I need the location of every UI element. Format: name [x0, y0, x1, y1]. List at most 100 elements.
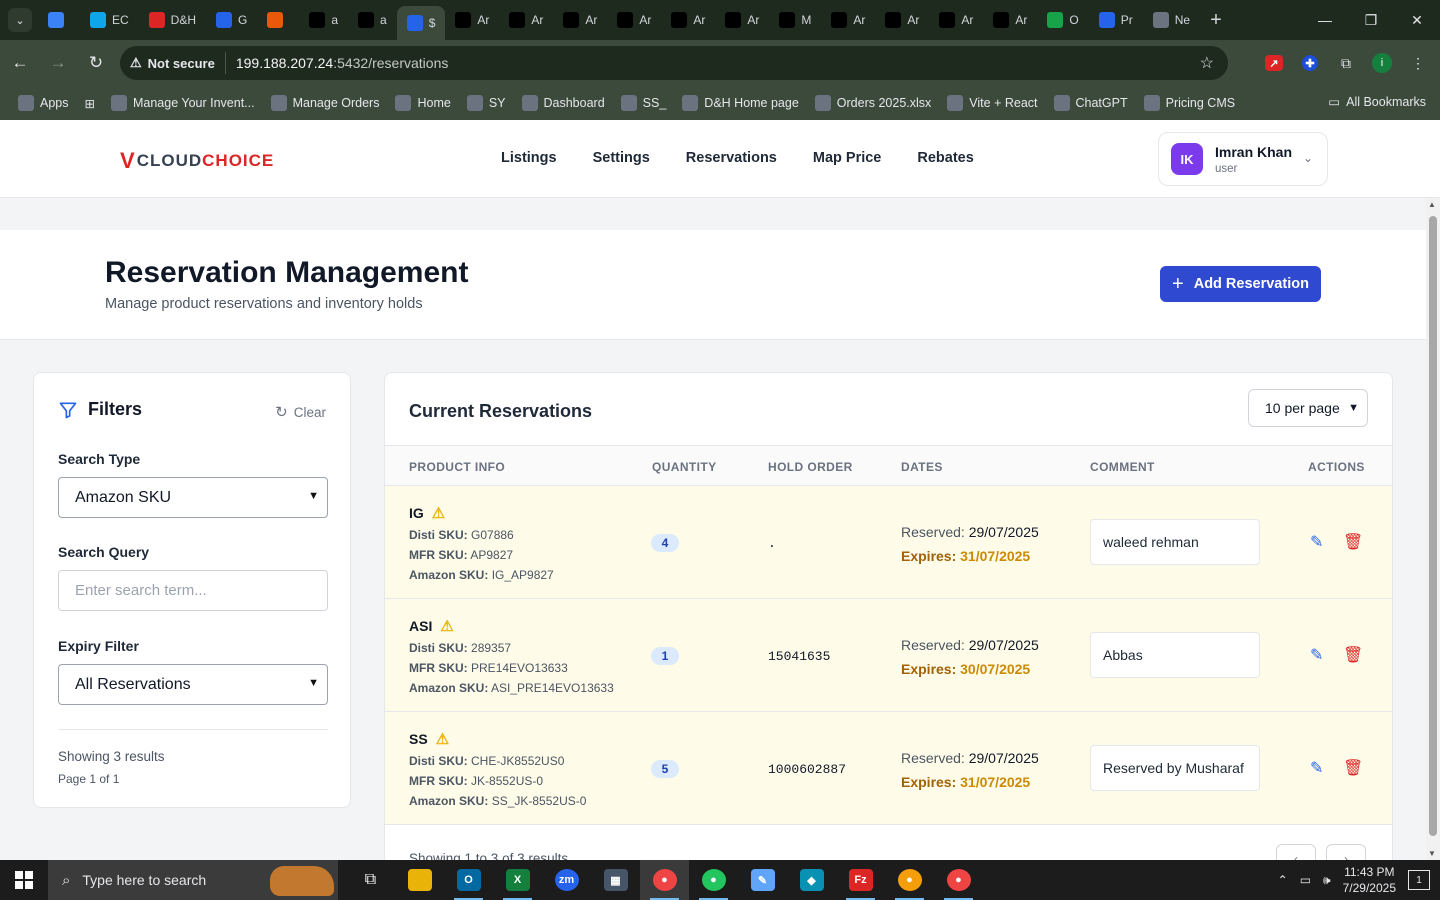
edit-icon[interactable]: ✎: [1310, 645, 1323, 665]
col-comment[interactable]: COMMENT: [1090, 460, 1155, 474]
zoom-icon[interactable]: zm: [542, 860, 591, 900]
browser-tab[interactable]: Ar: [929, 4, 983, 36]
edit-icon[interactable]: ✎: [1310, 532, 1323, 552]
bookmark-star-icon[interactable]: ☆: [1200, 53, 1214, 73]
browser-tab[interactable]: G: [206, 4, 257, 36]
clear-filters-button[interactable]: ↻ Clear: [275, 403, 326, 421]
trash-icon[interactable]: 🗑: [1343, 758, 1363, 778]
start-button[interactable]: [0, 860, 48, 900]
pdf-extension-icon[interactable]: ↗: [1260, 46, 1288, 80]
excel-icon[interactable]: X: [493, 860, 542, 900]
prev-page-button[interactable]: ‹: [1276, 844, 1316, 860]
new-tab-button[interactable]: +: [1210, 9, 1222, 32]
nav-listings[interactable]: Listings: [501, 150, 557, 166]
filezilla-icon[interactable]: Fz: [836, 860, 885, 900]
notepad-icon[interactable]: ✎: [738, 860, 787, 900]
browser-tab[interactable]: O: [1037, 4, 1088, 36]
tab-search-button[interactable]: ⌄: [8, 8, 32, 32]
search-query-input[interactable]: Enter search term...: [58, 570, 328, 611]
browser-tab[interactable]: Ar: [715, 4, 769, 36]
file-explorer-icon[interactable]: [395, 860, 444, 900]
per-page-select[interactable]: 10 per page ▼: [1248, 389, 1368, 427]
browser-tab[interactable]: Ar: [607, 4, 661, 36]
profile-avatar-icon[interactable]: i: [1368, 46, 1396, 80]
browser-tab[interactable]: Ar: [875, 4, 929, 36]
bookmark-item[interactable]: D&H Home page: [682, 95, 799, 111]
col-dates[interactable]: DATES: [901, 460, 943, 474]
browser-tab[interactable]: [38, 4, 80, 36]
browser-tab[interactable]: Ar: [499, 4, 553, 36]
scroll-thumb[interactable]: [1429, 216, 1437, 836]
comment-field[interactable]: Abbas: [1090, 632, 1260, 678]
task-view-icon[interactable]: ⧉: [346, 860, 395, 900]
puzzle-extensions-icon[interactable]: ⧉: [1332, 46, 1360, 80]
notification-icon[interactable]: 1: [1408, 870, 1430, 890]
browser-tab[interactable]: a: [299, 4, 348, 36]
bookmark-item[interactable]: Vite + React: [947, 95, 1038, 111]
volume-icon[interactable]: 🕪: [1323, 873, 1331, 888]
nav-reservations[interactable]: Reservations: [686, 150, 777, 166]
trash-icon[interactable]: 🗑: [1343, 532, 1363, 552]
bookmark-item[interactable]: SS_: [620, 95, 666, 111]
browser-tab[interactable]: Ne: [1143, 4, 1200, 36]
kebab-menu-icon[interactable]: ⋮: [1404, 46, 1432, 80]
browser-tab[interactable]: D&H: [139, 4, 206, 36]
helper-extension-icon[interactable]: ✚: [1296, 46, 1324, 80]
maximize-button[interactable]: ❐: [1348, 0, 1394, 40]
comment-field[interactable]: Reserved by Musharaf: [1090, 745, 1260, 791]
add-reservation-button[interactable]: + Add Reservation: [1160, 266, 1321, 302]
comment-field[interactable]: waleed rehman: [1090, 519, 1260, 565]
search-type-select[interactable]: Amazon SKU ▼: [58, 477, 328, 518]
col-quantity[interactable]: QUANTITY: [652, 460, 717, 474]
browser-tab[interactable]: EC: [80, 4, 139, 36]
calculator-icon[interactable]: ▦: [591, 860, 640, 900]
browser-tab[interactable]: Ar: [661, 4, 715, 36]
nav-settings[interactable]: Settings: [593, 150, 650, 166]
taskbar-search[interactable]: ⌕ Type here to search: [48, 860, 338, 900]
scroll-up-icon[interactable]: ▲: [1428, 200, 1436, 209]
network-icon[interactable]: ▭: [1300, 873, 1311, 887]
nav-rebates[interactable]: Rebates: [917, 150, 973, 166]
bookmark-item[interactable]: Orders 2025.xlsx: [814, 95, 931, 111]
bookmark-item[interactable]: Dashboard: [521, 95, 605, 111]
browser-tab[interactable]: Pr: [1089, 4, 1143, 36]
all-bookmarks-button[interactable]: ▭ All Bookmarks: [1328, 94, 1426, 110]
trash-icon[interactable]: 🗑: [1343, 645, 1363, 665]
nav-map-price[interactable]: Map Price: [813, 150, 882, 166]
chrome-alt-icon[interactable]: ●: [885, 860, 934, 900]
browser-tab[interactable]: $: [396, 6, 446, 40]
url-text[interactable]: 199.188.207.24:5432/reservations: [236, 55, 449, 71]
dev-tool-icon[interactable]: ◆: [787, 860, 836, 900]
clock[interactable]: 11:43 PM 7/29/2025: [1343, 864, 1396, 896]
grid-apps-icon[interactable]: ⊞: [85, 96, 95, 111]
bookmark-item[interactable]: ChatGPT: [1053, 95, 1128, 111]
next-page-button[interactable]: ›: [1326, 844, 1366, 860]
back-button[interactable]: ←: [2, 45, 38, 81]
edit-icon[interactable]: ✎: [1310, 758, 1323, 778]
browser-tab[interactable]: M: [769, 4, 821, 36]
bookmark-item[interactable]: Pricing CMS: [1143, 95, 1235, 111]
user-menu[interactable]: IK Imran Khan user ⌄: [1158, 132, 1328, 186]
bookmark-item[interactable]: Apps: [18, 95, 69, 111]
forward-button[interactable]: →: [40, 45, 76, 81]
security-indicator[interactable]: ⚠ Not secure: [130, 52, 226, 74]
outlook-icon[interactable]: O: [444, 860, 493, 900]
browser-tab[interactable]: Ar: [553, 4, 607, 36]
chrome-profile-icon[interactable]: ●: [689, 860, 738, 900]
close-window-button[interactable]: ✕: [1394, 0, 1440, 40]
minimize-button[interactable]: —: [1302, 0, 1348, 40]
page-scrollbar[interactable]: ▲ ▼: [1426, 198, 1440, 860]
scroll-down-icon[interactable]: ▼: [1428, 849, 1436, 858]
chrome-alt2-icon[interactable]: ●: [934, 860, 983, 900]
expiry-filter-select[interactable]: All Reservations ▼: [58, 664, 328, 705]
address-bar[interactable]: ⚠ Not secure 199.188.207.24:5432/reserva…: [120, 46, 1228, 80]
col-product-info[interactable]: PRODUCT INFO: [409, 460, 505, 474]
browser-tab[interactable]: Ar: [821, 4, 875, 36]
bookmark-item[interactable]: SY: [466, 95, 506, 111]
chevron-up-icon[interactable]: ⌃: [1278, 873, 1288, 887]
bookmark-item[interactable]: Manage Your Invent...: [110, 95, 255, 111]
bookmark-item[interactable]: Manage Orders: [270, 95, 379, 111]
browser-tab[interactable]: a: [348, 4, 397, 36]
col-hold-order[interactable]: HOLD ORDER: [768, 460, 853, 474]
reload-button[interactable]: ↻: [78, 45, 114, 81]
